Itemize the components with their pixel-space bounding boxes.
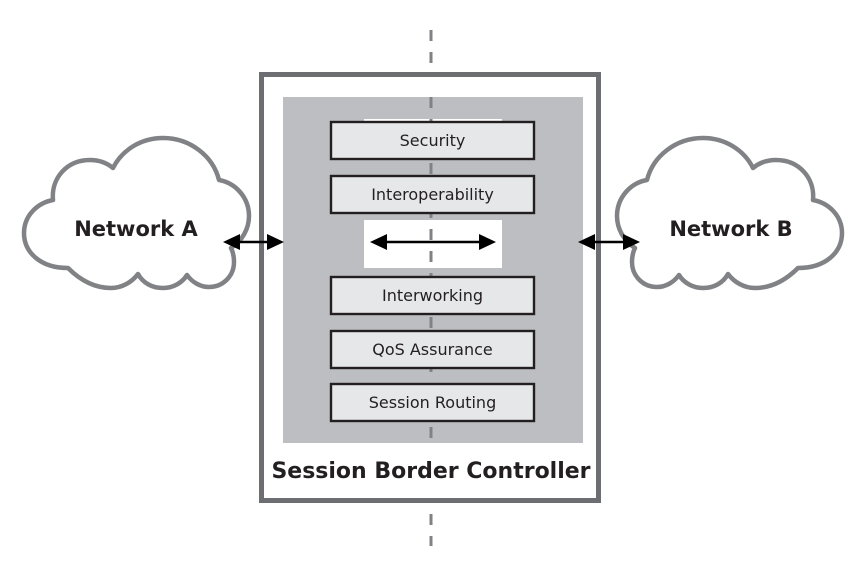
network-b-label: Network B: [669, 217, 792, 241]
qos-assurance-box-label: QoS Assurance: [372, 340, 493, 359]
function-box-interoperability[interactable]: Interoperability: [329, 174, 536, 215]
session-routing-box-label: Session Routing: [369, 393, 496, 412]
sbc-upper-band: [364, 97, 502, 119]
function-box-security[interactable]: Security: [329, 120, 536, 161]
sbc-title: Session Border Controller: [271, 459, 590, 484]
function-box-qos-assurance[interactable]: QoS Assurance: [329, 329, 536, 370]
network-a-label: Network A: [74, 217, 198, 241]
diagram-canvas: Network A Network B Security Interoperab…: [0, 0, 866, 576]
sbc-container[interactable]: Security Interoperability Interworking Q…: [259, 72, 601, 503]
function-box-session-routing[interactable]: Session Routing: [329, 382, 536, 423]
function-box-interworking[interactable]: Interworking: [329, 275, 536, 316]
interoperability-box-label: Interoperability: [371, 185, 494, 204]
security-box-label: Security: [400, 131, 466, 150]
interworking-box-label: Interworking: [382, 286, 483, 305]
